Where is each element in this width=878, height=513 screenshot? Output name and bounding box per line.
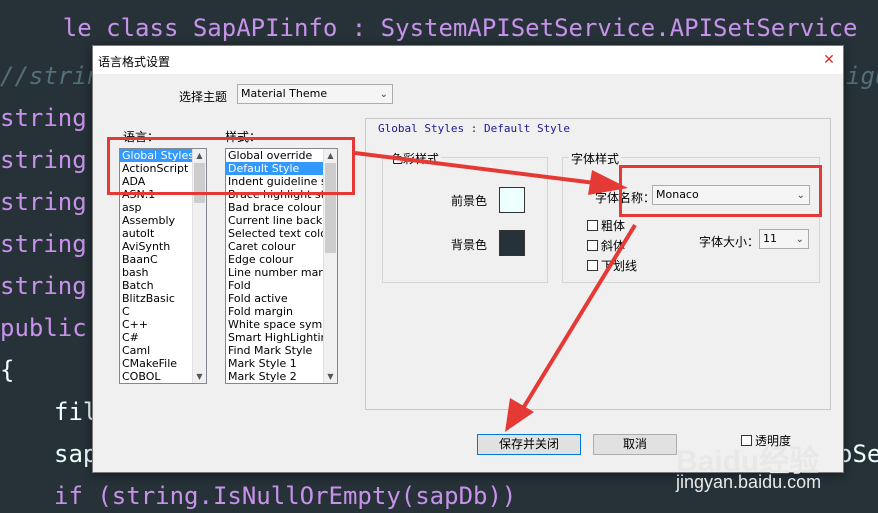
- arrow-line: [354, 151, 596, 185]
- arrow-head: [505, 398, 534, 432]
- arrow-line: [520, 223, 637, 412]
- arrow-head: [588, 170, 628, 195]
- baidu-watermark-url: jingyan.baidu.com: [676, 472, 822, 492]
